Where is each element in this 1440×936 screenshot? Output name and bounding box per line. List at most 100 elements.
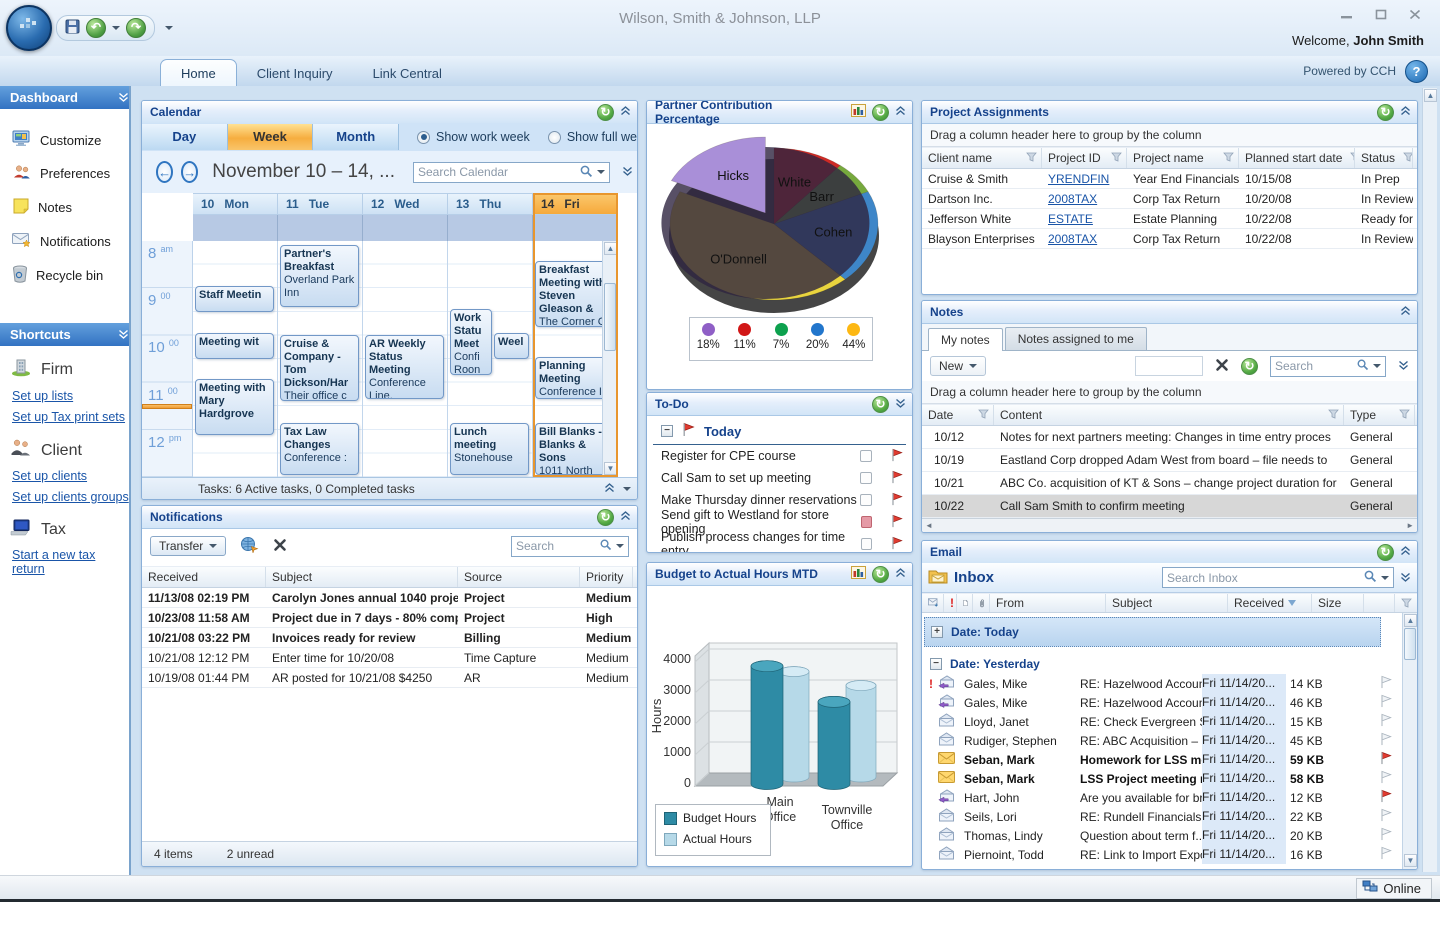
filter-icon[interactable] [1399, 408, 1410, 422]
email-scrollbar[interactable]: ▲ ▼ [1402, 613, 1417, 869]
flag-outline-icon[interactable] [1379, 675, 1401, 692]
notification-row[interactable]: 10/19/08 01:44 PMAR posted for 10/21/08 … [142, 668, 637, 688]
radio-show-full-we[interactable]: Show full we [548, 130, 637, 144]
refresh-icon[interactable]: ↻ [1241, 358, 1258, 375]
calendar-search[interactable] [413, 162, 610, 183]
project-row[interactable]: Blayson Enterprises2008TAXCorp Tax Retur… [922, 229, 1417, 249]
note-row[interactable]: 10/19Eastland Corp dropped Adam West fro… [922, 449, 1417, 472]
note-row[interactable]: 10/21ABC Co. acquisition of KT & Sons – … [922, 472, 1417, 495]
day-header-fri[interactable]: 14Fri [533, 193, 618, 215]
collapse-icon[interactable] [1400, 105, 1411, 119]
project-id-link[interactable]: 2008TAX [1048, 192, 1097, 206]
email-row[interactable]: Gales, MikeRE: Hazelwood AccountFri 11/1… [922, 693, 1401, 712]
notification-row[interactable]: 10/21/08 12:12 PMEnter time for 10/20/08… [142, 648, 637, 668]
collapse-icon[interactable] [604, 482, 615, 496]
collapse-group-icon[interactable]: − [661, 425, 673, 437]
calendar-event[interactable]: Work Statu MeetConfi Roon [450, 309, 492, 375]
notifications-search-input[interactable] [514, 538, 595, 554]
flag-outline-icon[interactable] [1379, 827, 1401, 844]
collapse-icon[interactable] [620, 105, 631, 119]
column-subject[interactable]: Subject [1106, 594, 1228, 612]
shortcut-link-set-up-lists[interactable]: Set up lists [0, 385, 129, 406]
calendar-view-month[interactable]: Month [313, 124, 399, 150]
notes-tab-my-notes[interactable]: My notes [928, 328, 1003, 351]
allday-cell[interactable] [363, 215, 448, 241]
note-row[interactable]: 10/12Notes for next partners meeting: Ch… [922, 426, 1417, 449]
notes-hscrollbar[interactable]: ◄► [922, 518, 1417, 532]
calendar-view-week[interactable]: Week [228, 124, 314, 150]
tasks-summary-bar[interactable]: Tasks: 6 Active tasks, 0 Completed tasks [142, 477, 637, 499]
scroll-down-icon[interactable] [623, 487, 631, 491]
calendar-scrollbar[interactable]: ▲ ▼ [602, 241, 617, 477]
scrollbar-thumb[interactable] [1404, 628, 1416, 660]
collapse-icon[interactable] [895, 567, 906, 581]
column-subject[interactable]: Subject [266, 567, 458, 587]
search-icon[interactable] [579, 164, 593, 181]
flag-outline-icon[interactable] [1379, 770, 1401, 787]
tab-home[interactable]: Home [160, 59, 237, 86]
minimize-button[interactable] [1334, 7, 1360, 22]
flag-outline-icon[interactable] [1379, 846, 1401, 863]
sidebar-item-recycle-bin[interactable]: Recycle bin [0, 258, 129, 293]
filter-icon[interactable] [1223, 151, 1234, 165]
note-row[interactable]: 10/22Call Sam Smith to confirm meetingGe… [922, 495, 1417, 518]
refresh-icon[interactable]: ↻ [872, 396, 889, 413]
item-type-column-icon[interactable] [957, 594, 973, 612]
email-group-today[interactable]: + Date: Today [924, 617, 1381, 647]
todo-checkbox[interactable] [861, 516, 872, 528]
new-note-button[interactable]: New [930, 356, 986, 376]
transfer-to-portal-icon[interactable] [240, 536, 259, 556]
collapse-icon[interactable] [1400, 305, 1411, 319]
day-header-thu[interactable]: 13Thu [448, 193, 533, 215]
column-project-id[interactable]: Project ID [1042, 148, 1127, 168]
radio-show-work-week[interactable]: Show work week [417, 130, 530, 144]
collapse-icon[interactable] [620, 510, 631, 524]
column-project-name[interactable]: Project name [1127, 148, 1239, 168]
sidebar-item-customize[interactable]: Customize [0, 123, 129, 157]
chart-type-icon[interactable] [851, 104, 866, 120]
scroll-up-icon[interactable]: ▲ [604, 242, 617, 255]
allday-cell[interactable] [448, 215, 533, 241]
email-row[interactable]: Lloyd, JanetRE: Check Evergreen Sta...Fr… [922, 712, 1401, 731]
email-row[interactable]: Seils, LoriRE: Rundell FinancialsFri 11/… [922, 807, 1401, 826]
chevron-down-icon[interactable] [622, 165, 633, 179]
shortcut-link-start-a-new-tax-return[interactable]: Start a new tax return [0, 544, 129, 579]
previous-week-icon[interactable]: ← [156, 161, 173, 183]
collapse-icon[interactable] [895, 105, 906, 119]
notes-filter-input[interactable] [1135, 356, 1203, 376]
email-row[interactable]: Piernoint, ToddRE: Link to Import ExpoFr… [922, 845, 1401, 864]
calendar-event[interactable]: Staff Meetin [195, 286, 274, 312]
refresh-icon[interactable]: ↻ [597, 509, 614, 526]
tab-link-central[interactable]: Link Central [353, 60, 462, 86]
column-planned-start-date[interactable]: Planned start date [1239, 148, 1355, 168]
sort-by-envelope-icon[interactable] [922, 594, 944, 612]
notes-search-input[interactable] [1273, 358, 1352, 374]
sidebar-shortcuts-header[interactable]: Shortcuts [0, 323, 129, 346]
email-group-yesterday[interactable]: − Date: Yesterday [924, 654, 1381, 674]
sidebar-item-preferences[interactable]: Preferences [0, 157, 129, 190]
column-from[interactable]: From [990, 594, 1106, 612]
scroll-down-icon[interactable]: ▼ [1404, 854, 1417, 867]
flag-filter-icon[interactable] [1395, 594, 1417, 612]
column-status[interactable]: Status [1355, 148, 1413, 168]
radio-icon[interactable] [417, 131, 430, 144]
scrollbar-thumb[interactable] [604, 283, 616, 351]
project-id-link[interactable]: 2008TAX [1048, 232, 1097, 246]
project-id-link[interactable]: ESTATE [1048, 212, 1093, 226]
filter-icon[interactable] [1403, 151, 1413, 165]
column-content[interactable]: Content [994, 405, 1344, 425]
scroll-up-icon[interactable]: ▲ [1424, 89, 1437, 102]
notification-row[interactable]: 11/13/08 02:19 PMCarolyn Jones annual 10… [142, 588, 637, 608]
delete-icon[interactable] [273, 538, 287, 555]
scroll-left-icon[interactable]: ◄ [925, 521, 933, 530]
transfer-button[interactable]: Transfer [150, 536, 226, 556]
notes-tab-notes-assigned-to-me[interactable]: Notes assigned to me [1005, 327, 1147, 350]
attachment-column-icon[interactable] [973, 594, 990, 612]
column-received[interactable]: Received [142, 567, 266, 587]
scroll-right-icon[interactable]: ► [1406, 521, 1414, 530]
notifications-search[interactable] [511, 536, 629, 557]
filter-icon[interactable] [978, 408, 989, 422]
importance-column-icon[interactable]: ! [944, 594, 957, 612]
search-options-icon[interactable] [616, 544, 624, 548]
email-row[interactable]: !Gales, MikeRE: Hazelwood AccountFri 11/… [922, 674, 1401, 693]
